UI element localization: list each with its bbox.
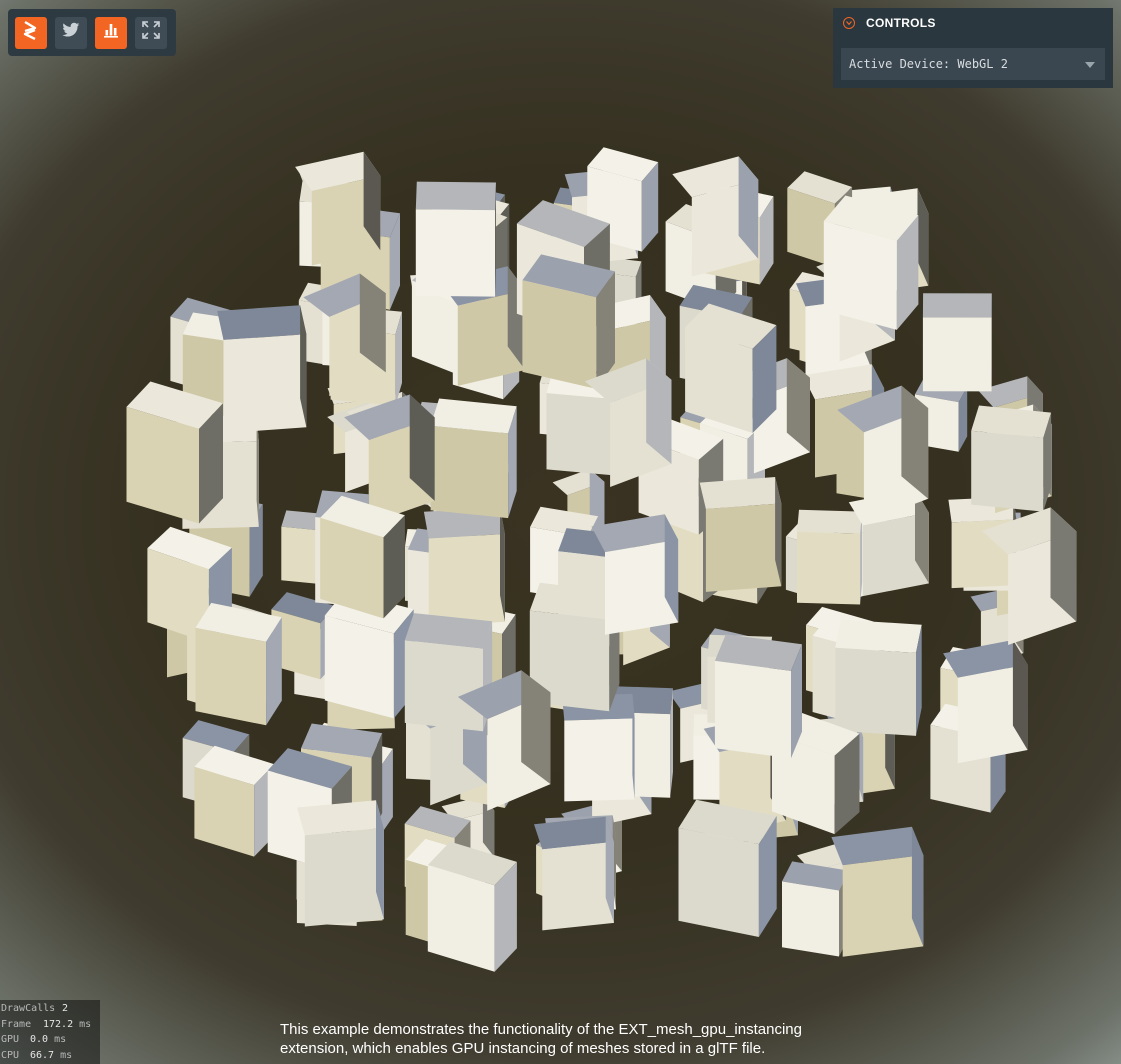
instanced-cube xyxy=(971,405,1052,512)
instanced-cube xyxy=(126,381,223,524)
instanced-cube xyxy=(835,619,922,736)
stats-button[interactable] xyxy=(95,16,127,49)
stat-cpu: CPU 66.7 ms xyxy=(1,1049,73,1061)
instanced-cube xyxy=(415,181,496,297)
instanced-cube xyxy=(685,303,777,433)
controls-panel: CONTROLS Active Device: WebGL 2 xyxy=(833,8,1113,88)
instanced-cube xyxy=(320,495,405,619)
twitter-button[interactable] xyxy=(55,16,87,49)
stat-gpu: GPU 0.0 ms xyxy=(1,1034,67,1045)
instanced-cube xyxy=(714,634,802,759)
controls-header[interactable]: CONTROLS xyxy=(833,8,1113,38)
instanced-cube xyxy=(823,195,919,330)
controls-title: CONTROLS xyxy=(866,16,936,30)
instanced-cube xyxy=(678,799,777,937)
toolbar xyxy=(8,9,176,56)
instanced-cube xyxy=(217,305,307,434)
instanced-cube xyxy=(522,254,615,389)
instanced-cube xyxy=(195,602,282,726)
fullscreen-icon xyxy=(142,21,160,44)
stat-drawcalls: DrawCalls 2 xyxy=(1,1003,69,1014)
chevron-down-icon xyxy=(843,17,855,29)
app-logo-button[interactable] xyxy=(15,16,47,49)
active-device-select[interactable]: Active Device: WebGL 2 xyxy=(841,48,1105,80)
instanced-cube xyxy=(782,861,850,957)
dropdown-caret-icon xyxy=(1085,62,1095,68)
instanced-cube xyxy=(296,800,384,927)
stat-frame: Frame 172.2 ms xyxy=(1,1018,92,1030)
active-device-value: Active Device: WebGL 2 xyxy=(849,57,1008,71)
instanced-cube xyxy=(534,816,614,931)
fullscreen-button[interactable] xyxy=(135,16,167,49)
instanced-cube xyxy=(430,398,517,519)
instanced-cube xyxy=(427,841,517,972)
webgl-canvas[interactable] xyxy=(0,0,1121,1064)
instanced-cube xyxy=(699,477,782,592)
instanced-cube xyxy=(831,826,924,957)
twitter-icon xyxy=(62,22,80,43)
instanced-cube xyxy=(404,613,493,732)
luma-logo-icon xyxy=(22,20,40,45)
instanced-cube xyxy=(194,745,275,857)
instanced-cube xyxy=(797,509,863,605)
instanced-cube xyxy=(922,293,992,392)
instanced-cube xyxy=(423,507,505,627)
bar-chart-icon xyxy=(103,22,119,43)
stats-panel: DrawCalls 2 Frame 172.2 ms GPU 0.0 ms CPU 66… xyxy=(0,1000,100,1064)
example-description: This example demonstrates the functional… xyxy=(280,1021,802,1057)
instanced-cubes-scene xyxy=(126,147,1077,972)
